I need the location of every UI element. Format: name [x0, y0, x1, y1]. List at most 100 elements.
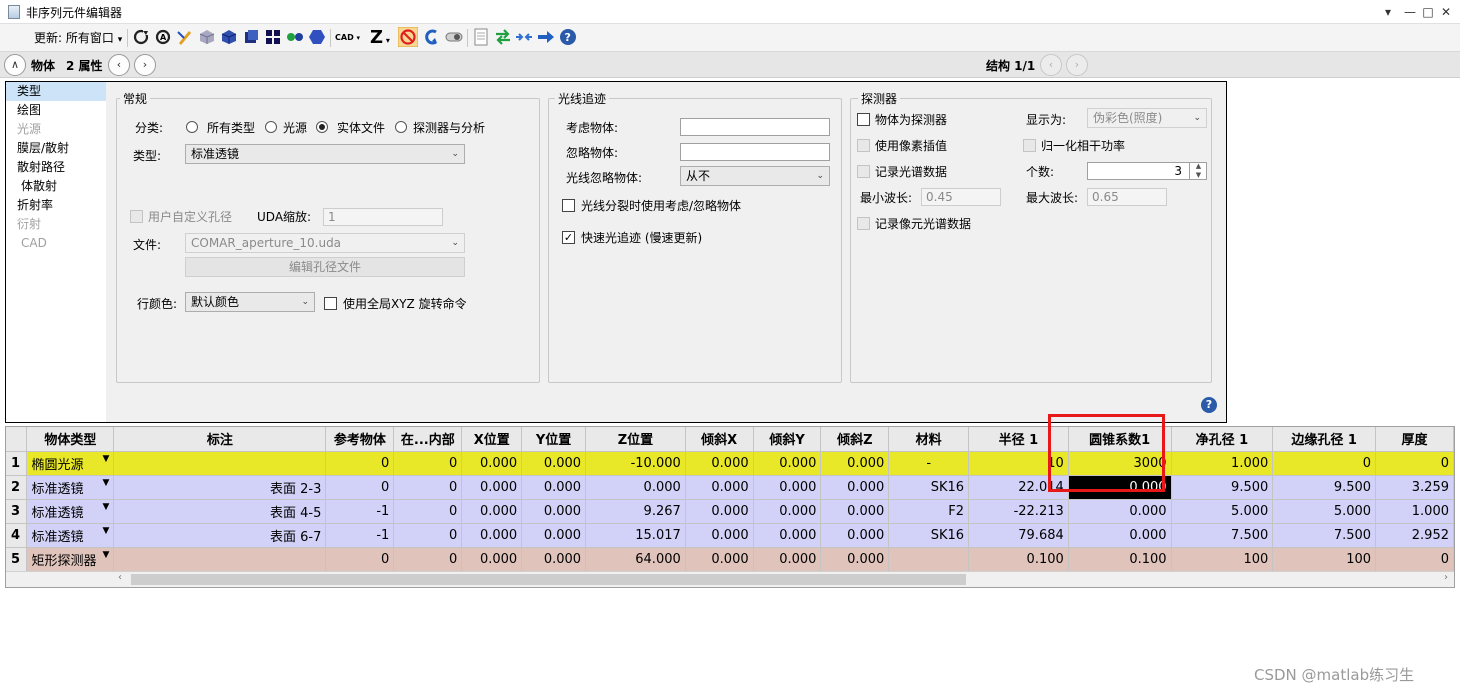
help-icon[interactable]: ?	[559, 28, 577, 46]
table-cell[interactable]: 64.000	[585, 547, 686, 572]
table-cell[interactable]: 0	[1375, 547, 1454, 572]
collapse-up-button[interactable]: ∧	[4, 54, 26, 76]
scroll-thumb[interactable]	[131, 574, 966, 585]
table-cell[interactable]: 79.684	[968, 523, 1069, 548]
help-icon[interactable]: ?	[1201, 397, 1217, 413]
table-cell[interactable]: 0.000	[820, 523, 890, 548]
z-icon[interactable]: Z ▾	[370, 27, 390, 48]
table-cell[interactable]: 0.000	[753, 451, 822, 476]
table-cell[interactable]: 0.000	[461, 499, 523, 524]
page-icon[interactable]	[472, 28, 490, 46]
table-cell[interactable]: 5.000	[1272, 499, 1377, 524]
horizontal-scrollbar[interactable]: ‹ ›	[6, 571, 1454, 587]
table-cell[interactable]: 0.000	[753, 523, 822, 548]
close-button[interactable]: ✕	[1436, 2, 1456, 22]
prev-button[interactable]: ‹	[108, 54, 130, 76]
table-cell[interactable]: 9.267	[585, 499, 686, 524]
table-cell[interactable]: 0.000	[521, 523, 587, 548]
dropdown-arrow-icon[interactable]: ▼	[102, 550, 109, 560]
table-cell[interactable]: 0.000	[820, 499, 890, 524]
table-cell[interactable]	[113, 451, 327, 476]
table-cell[interactable]: 9.500	[1272, 475, 1377, 500]
table-cell[interactable]: 0	[325, 451, 395, 476]
table-cell[interactable]: 1.000	[1375, 499, 1454, 524]
user-aperture-checkbox[interactable]	[130, 210, 143, 223]
split-checkbox[interactable]	[562, 199, 575, 212]
cube-navy-icon[interactable]	[242, 28, 260, 46]
table-cell[interactable]: 0.000	[685, 523, 754, 548]
table-cell[interactable]: 0.000	[753, 475, 822, 500]
swap-icon[interactable]	[494, 28, 512, 46]
record-pixel-spectrum-checkbox[interactable]	[857, 217, 870, 230]
row-number[interactable]: 5	[6, 547, 28, 572]
sidebar-item-diffraction[interactable]: 衍射	[6, 215, 106, 234]
ignore-input[interactable]	[680, 143, 830, 161]
col-header[interactable]: X位置	[461, 427, 523, 452]
table-cell[interactable]: SK16	[888, 475, 970, 500]
max-wavelength-input[interactable]: 0.65	[1087, 188, 1167, 206]
table-cell[interactable]: 15.017	[585, 523, 686, 548]
reload-icon[interactable]	[132, 28, 150, 46]
table-cell[interactable]: 3.259	[1375, 475, 1454, 500]
table-cell[interactable]: 7.500	[1171, 523, 1274, 548]
table-cell[interactable]: 0.000	[521, 475, 587, 500]
table-row[interactable]: 4 标准透镜 ▼ 表面 6-7 -1 0 0.000 0.000 15.017 0.000 0.00…	[6, 523, 1454, 548]
radio-all-types[interactable]	[186, 121, 198, 133]
col-header[interactable]: 物体类型	[26, 427, 115, 452]
table-cell[interactable]: -1	[325, 523, 395, 548]
sidebar-item-draw[interactable]: 绘图	[6, 101, 106, 120]
col-header[interactable]: 材料	[888, 427, 970, 452]
pixel-interp-checkbox[interactable]	[857, 139, 870, 152]
radio-solid-file[interactable]	[316, 121, 328, 133]
table-cell[interactable]: 0	[1272, 451, 1377, 476]
radio-detector[interactable]	[395, 121, 407, 133]
cad-icon[interactable]: CAD ▾	[335, 33, 360, 42]
edit-aperture-button[interactable]: 编辑孔径文件	[185, 257, 465, 277]
table-cell[interactable]	[113, 547, 327, 572]
menu-dropdown-icon[interactable]: ▾	[1378, 2, 1398, 22]
uda-scale-input[interactable]: 1	[323, 208, 443, 226]
col-header[interactable]: Y位置	[521, 427, 587, 452]
row-number[interactable]: 3	[6, 499, 28, 524]
table-cell[interactable]: 0	[393, 451, 463, 476]
row-number[interactable]: 2	[6, 475, 28, 500]
col-header[interactable]: 边缘孔径 1	[1272, 427, 1377, 452]
row-color-select[interactable]: 默认颜色 ⌄	[185, 292, 315, 312]
normalize-checkbox[interactable]	[1023, 139, 1036, 152]
table-cell[interactable]: F2	[888, 499, 970, 524]
table-cell[interactable]: 0	[393, 475, 463, 500]
table-cell[interactable]: 表面 2-3	[113, 475, 327, 500]
scroll-right-icon[interactable]: ›	[1444, 572, 1448, 583]
table-cell[interactable]: 0.000	[461, 475, 523, 500]
table-cell[interactable]: 0.000	[461, 451, 523, 476]
sidebar-item-volume-scatter[interactable]: 体散射	[6, 177, 106, 196]
table-row[interactable]: 3 标准透镜 ▼ 表面 4-5 -1 0 0.000 0.000 9.267 0.000 0.000…	[6, 499, 1454, 524]
table-cell[interactable]: 矩形探测器 ▼	[26, 547, 115, 572]
table-row[interactable]: 2 标准透镜 ▼ 表面 2-3 0 0 0.000 0.000 0.000 0.000 0.000 0…	[6, 475, 1454, 500]
col-header[interactable]: Z位置	[585, 427, 686, 452]
fast-trace-checkbox[interactable]: ✓	[562, 231, 575, 244]
table-cell[interactable]: 2.952	[1375, 523, 1454, 548]
table-cell[interactable]: 1.000	[1171, 451, 1274, 476]
pen-icon[interactable]	[176, 28, 194, 46]
update-control[interactable]: 更新: 所有窗口 ▾	[34, 29, 122, 46]
table-cell[interactable]: -1	[325, 499, 395, 524]
count-spinner[interactable]: ▲ ▼	[1189, 162, 1207, 180]
col-header[interactable]: 参考物体	[325, 427, 395, 452]
dropdown-arrow-icon[interactable]: ▼	[102, 478, 109, 488]
display-select[interactable]: 伪彩色(照度) ⌄	[1087, 108, 1207, 128]
col-header[interactable]: 厚度	[1375, 427, 1454, 452]
col-header[interactable]: 倾斜Y	[753, 427, 822, 452]
col-header[interactable]: 在...内部	[393, 427, 463, 452]
undo-icon[interactable]	[423, 28, 441, 46]
table-cell[interactable]: 椭圆光源 ▼	[26, 451, 115, 476]
table-cell[interactable]: 标准透镜 ▼	[26, 499, 115, 524]
table-cell[interactable]: 0.000	[685, 451, 754, 476]
table-cell[interactable]: 0.000	[1068, 523, 1172, 548]
table-cell[interactable]: 0	[1375, 451, 1454, 476]
table-cell[interactable]: -22.213	[968, 499, 1069, 524]
table-cell[interactable]: 表面 4-5	[113, 499, 327, 524]
table-cell[interactable]: 0	[325, 547, 395, 572]
grid-icon[interactable]	[264, 28, 282, 46]
table-cell[interactable]: 0.000	[685, 499, 754, 524]
